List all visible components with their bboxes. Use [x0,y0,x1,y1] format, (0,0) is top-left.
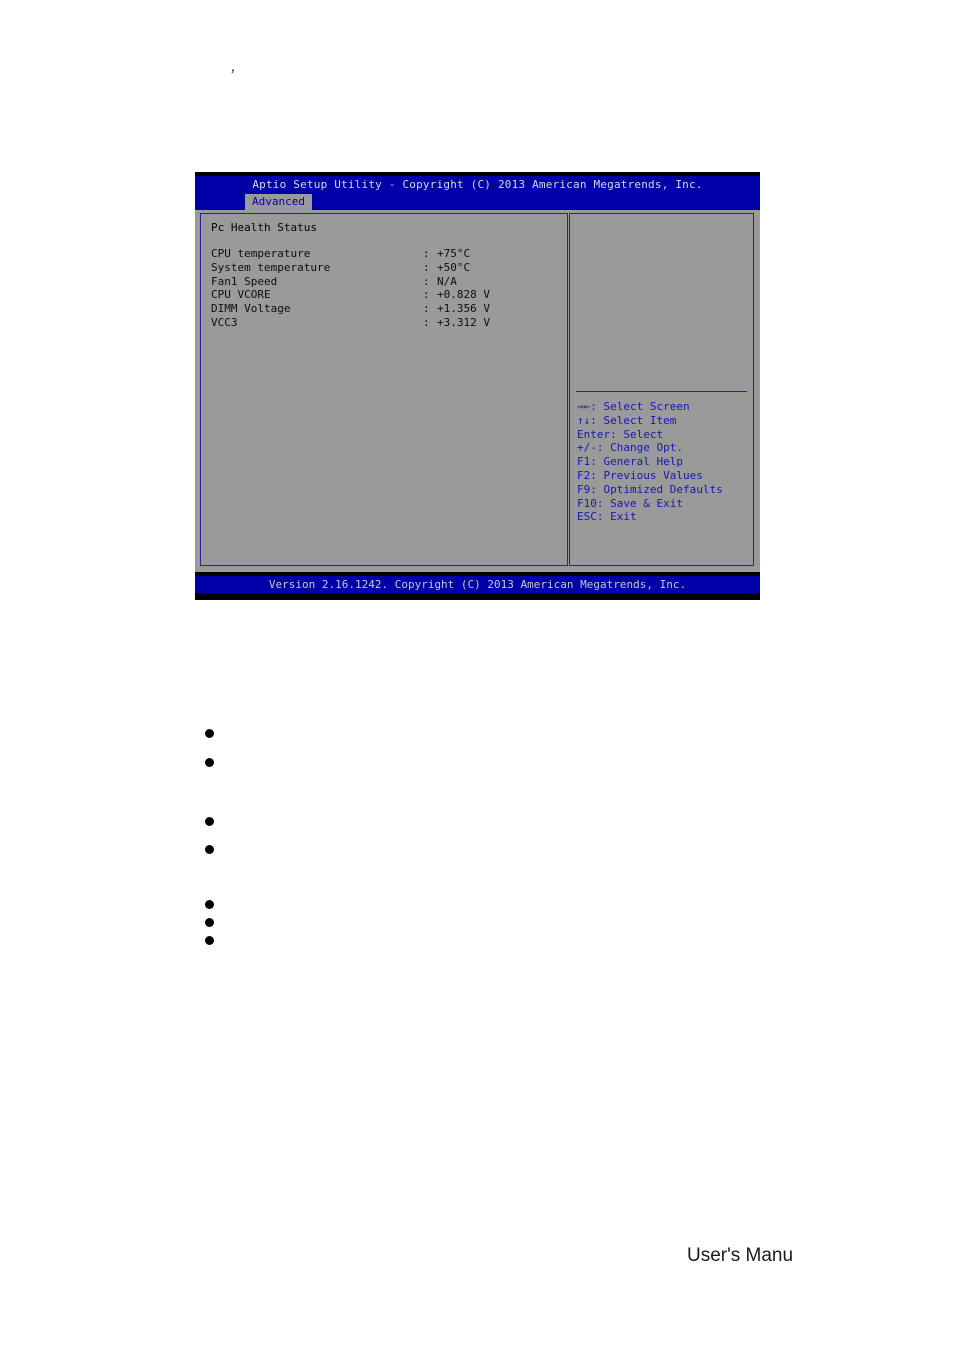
item-separator: : [423,315,430,329]
item-separator: : [423,260,430,274]
item-value-vcc3: +3.312 V [437,315,490,329]
page-footer-text: User's Manu [687,1245,794,1266]
bios-tab-bar: Advanced [195,194,760,210]
help-hints-panel: →←: Select Screen ↑↓: Select Item Enter:… [569,213,754,566]
hint-esc-exit: ESC: Exit [577,510,637,524]
item-label-cpu-temperature: CPU temperature [211,247,311,260]
item-label-dimm-voltage: DIMM Voltage [211,302,291,316]
item-value-system-temperature: +50°C [437,260,471,274]
item-separator: : [423,274,430,288]
list-item[interactable]: System temperature : +50°C [211,261,563,275]
bios-title: Aptio Setup Utility - Copyright (C) 2013… [252,178,703,191]
item-value-cpu-vcore: +0.828 V [437,288,490,302]
item-separator: : [423,288,430,302]
hint-enter-select: Enter: Select [577,427,664,441]
pc-health-status-panel: Pc Health Status CPU temperature : +75°C… [200,213,568,566]
list-item [205,900,214,909]
item-separator: : [423,302,430,316]
item-label-vcc3: VCC3 [211,315,238,329]
list-item [205,758,214,767]
bios-body: Pc Health Status CPU temperature : +75°C… [195,210,760,572]
list-item [205,936,214,945]
bios-screenshot-window: Aptio Setup Utility - Copyright (C) 2013… [195,172,760,600]
hint-select-screen: →←: Select Screen [577,400,690,413]
tab-advanced[interactable]: Advanced [245,194,312,210]
list-item [205,845,214,854]
item-value-cpu-temperature: +75°C [437,247,471,260]
item-value-dimm-voltage: +1.356 V [437,302,490,316]
list-item [205,918,214,927]
section-title-pc-health-status: Pc Health Status [211,221,317,234]
hints-list: →←: Select Screen ↑↓: Select Item Enter:… [577,400,749,524]
item-label-fan1-speed: Fan1 Speed [211,274,278,288]
list-item[interactable]: CPU VCORE : +0.828 V [211,288,563,302]
list-item[interactable]: VCC3 : +3.312 V [211,316,563,330]
item-label-cpu-vcore: CPU VCORE [211,288,271,302]
item-separator: : [423,247,430,260]
stray-comma-mark: , [231,59,235,75]
screen-bottom-border [195,593,760,600]
item-value-fan1-speed: N/A [437,274,457,288]
item-label-system-temperature: System temperature [211,260,331,274]
hint-change-opt: +/-: Change Opt. [577,441,683,455]
list-item [205,729,214,738]
hints-divider [576,391,747,392]
bios-header-bar: Aptio Setup Utility - Copyright (C) 2013… [195,176,760,194]
hint-previous-values: F2: Previous Values [577,468,703,482]
list-item[interactable]: CPU temperature : +75°C [211,247,563,261]
list-item[interactable]: DIMM Voltage : +1.356 V [211,302,563,316]
hint-general-help: F1: General Help [577,455,683,469]
list-item [205,817,214,826]
hint-optimized-defaults: F9: Optimized Defaults [577,482,723,496]
hint-select-item: ↑↓: Select Item [577,413,677,427]
health-item-list: CPU temperature : +75°C System temperatu… [211,247,563,330]
hint-save-and-exit: F10: Save & Exit [577,496,683,510]
bios-version-bar: Version 2.16.1242. Copyright (C) 2013 Am… [195,576,760,593]
list-item[interactable]: Fan1 Speed : N/A [211,275,563,289]
